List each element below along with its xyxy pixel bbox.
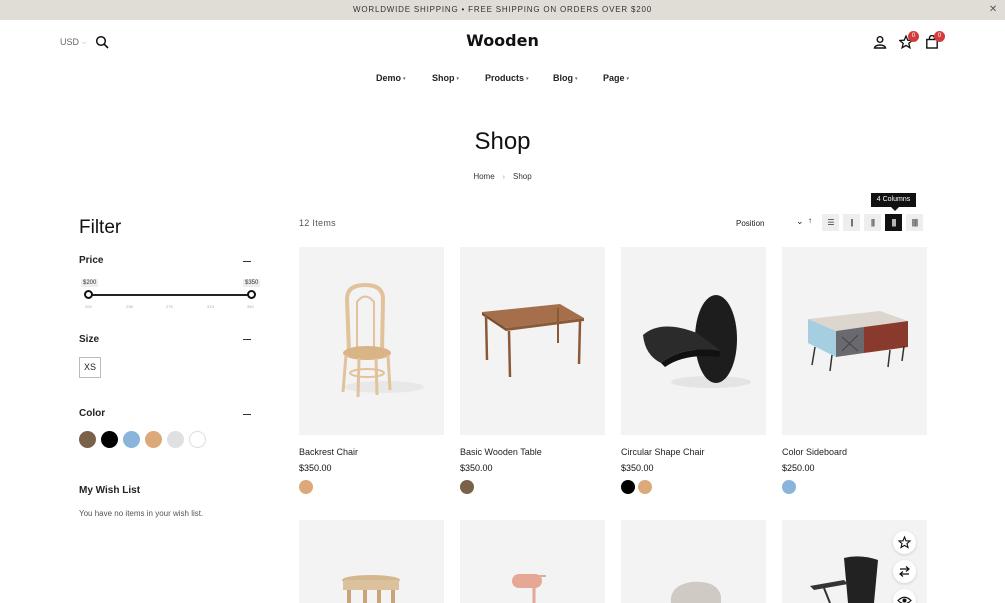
chevron-down-icon: ▾ — [403, 76, 406, 82]
product-price: $350.00 — [621, 463, 654, 473]
color-swatch-brown[interactable] — [79, 431, 96, 448]
sort-direction-icon[interactable]: ↑ — [808, 216, 812, 225]
account-icon[interactable] — [873, 35, 887, 49]
eye-icon — [897, 596, 912, 603]
wishlist-empty-text: You have no items in your wish list. — [79, 509, 204, 518]
collapse-icon[interactable] — [243, 339, 251, 340]
product-price: $250.00 — [782, 463, 815, 473]
chair-illustration — [643, 295, 751, 388]
nav-label: Products — [485, 73, 525, 83]
site-logo[interactable]: Wooden — [0, 31, 1005, 50]
nav-label: Blog — [553, 73, 573, 83]
nav-item-page[interactable]: Page ▾ — [603, 73, 629, 83]
product-name[interactable]: Color Sideboard — [782, 447, 847, 457]
product-price: $350.00 — [460, 463, 493, 473]
wishlist-badge: 0 — [908, 31, 919, 42]
product-image-armchair[interactable] — [621, 520, 766, 603]
product-image-basic-wooden-table[interactable] — [460, 247, 605, 435]
price-tick: 238 — [126, 304, 133, 309]
product-price: $350.00 — [299, 463, 332, 473]
price-slider-min-handle[interactable] — [84, 290, 93, 299]
lamp-illustration — [512, 574, 546, 603]
price-tick: 350 — [247, 304, 254, 309]
compare-button[interactable] — [893, 560, 916, 583]
price-tick: 200 — [85, 304, 92, 309]
breadcrumb-current: Shop — [513, 172, 532, 181]
product-image-color-sideboard[interactable] — [782, 247, 927, 435]
close-icon[interactable]: ✕ — [989, 0, 998, 20]
price-tick: 275 — [166, 304, 173, 309]
product-image-backrest-chair[interactable] — [299, 247, 444, 435]
nav-item-blog[interactable]: Blog ▾ — [553, 73, 578, 83]
items-count: 12 Items — [299, 218, 336, 228]
nav-label: Demo — [376, 73, 402, 83]
chevron-down-icon: ▾ — [526, 76, 529, 82]
grid-5-columns-icon[interactable]: ||||| — [906, 214, 923, 231]
chevron-down-icon: ▾ — [626, 76, 630, 82]
table-illustration — [482, 304, 584, 378]
chevron-down-icon[interactable]: ⌄ — [796, 216, 804, 227]
armchair-illustration — [670, 581, 721, 603]
product-image-lamp[interactable] — [460, 520, 605, 603]
quick-view-button[interactable] — [893, 589, 916, 603]
price-tick: 313 — [207, 304, 214, 309]
view-tooltip: 4 Columns — [871, 193, 916, 211]
color-swatch-tan[interactable] — [145, 431, 162, 448]
product-name[interactable]: Circular Shape Chair — [621, 447, 705, 457]
star-icon — [897, 535, 912, 549]
collapse-icon[interactable] — [243, 414, 251, 415]
price-max-label: $350 — [243, 279, 261, 287]
size-option-xs[interactable]: XS — [79, 357, 101, 378]
product-name[interactable]: Basic Wooden Table — [460, 447, 542, 457]
compare-arrows-icon — [899, 566, 910, 577]
chevron-down-icon: ▾ — [456, 76, 460, 82]
list-view-icon[interactable]: ☰ — [822, 214, 839, 231]
product-image-stool[interactable] — [299, 520, 444, 603]
color-filter-title[interactable]: Color — [79, 408, 105, 419]
chair-illustration — [341, 282, 424, 398]
announcement-text: WORLDWIDE SHIPPING • FREE SHIPPING ON OR… — [353, 5, 652, 14]
add-to-wishlist-button[interactable] — [893, 531, 916, 554]
sideboard-illustration — [808, 311, 908, 372]
product-color-swatch[interactable] — [621, 480, 635, 494]
page-title: Shop — [474, 128, 531, 155]
color-swatch-blue[interactable] — [123, 431, 140, 448]
grid-3-columns-icon[interactable]: ||| — [864, 214, 881, 231]
chevron-right-icon: › — [502, 174, 505, 181]
price-min-label: $200 — [81, 279, 99, 287]
product-color-swatch[interactable] — [299, 480, 313, 494]
price-slider-max-handle[interactable] — [247, 290, 256, 299]
sort-select[interactable]: Position — [736, 219, 764, 228]
breadcrumb: Home › Shop — [0, 172, 1005, 181]
product-color-swatch[interactable] — [782, 480, 796, 494]
product-image-circular-shape-chair[interactable] — [621, 247, 766, 435]
product-color-swatch[interactable] — [460, 480, 474, 494]
size-filter-title[interactable]: Size — [79, 334, 99, 345]
breadcrumb-home[interactable]: Home — [473, 172, 494, 181]
stool-illustration — [342, 575, 400, 603]
nav-item-products[interactable]: Products ▾ — [485, 73, 529, 83]
cart-badge: 0 — [934, 31, 945, 42]
announcement-bar: WORLDWIDE SHIPPING • FREE SHIPPING ON OR… — [0, 0, 1005, 20]
color-swatch-light-gray[interactable] — [167, 431, 184, 448]
nav-label: Shop — [432, 73, 455, 83]
collapse-icon[interactable] — [243, 261, 251, 262]
filter-heading: Filter — [79, 217, 122, 238]
color-swatch-white[interactable] — [189, 431, 206, 448]
grid-4-columns-icon[interactable]: |||| — [885, 214, 902, 231]
nav-item-shop[interactable]: Shop ▾ — [432, 73, 459, 83]
nav-label: Page — [603, 73, 625, 83]
product-color-swatch[interactable] — [638, 480, 652, 494]
grid-2-columns-icon[interactable]: || — [843, 214, 860, 231]
product-name[interactable]: Backrest Chair — [299, 447, 358, 457]
price-slider-track[interactable] — [88, 294, 251, 296]
wishlist-title: My Wish List — [79, 485, 141, 496]
price-filter-title[interactable]: Price — [79, 255, 103, 266]
chevron-down-icon: ▾ — [575, 76, 578, 82]
color-swatch-black[interactable] — [101, 431, 118, 448]
nav-item-demo[interactable]: Demo ▾ — [376, 73, 406, 83]
